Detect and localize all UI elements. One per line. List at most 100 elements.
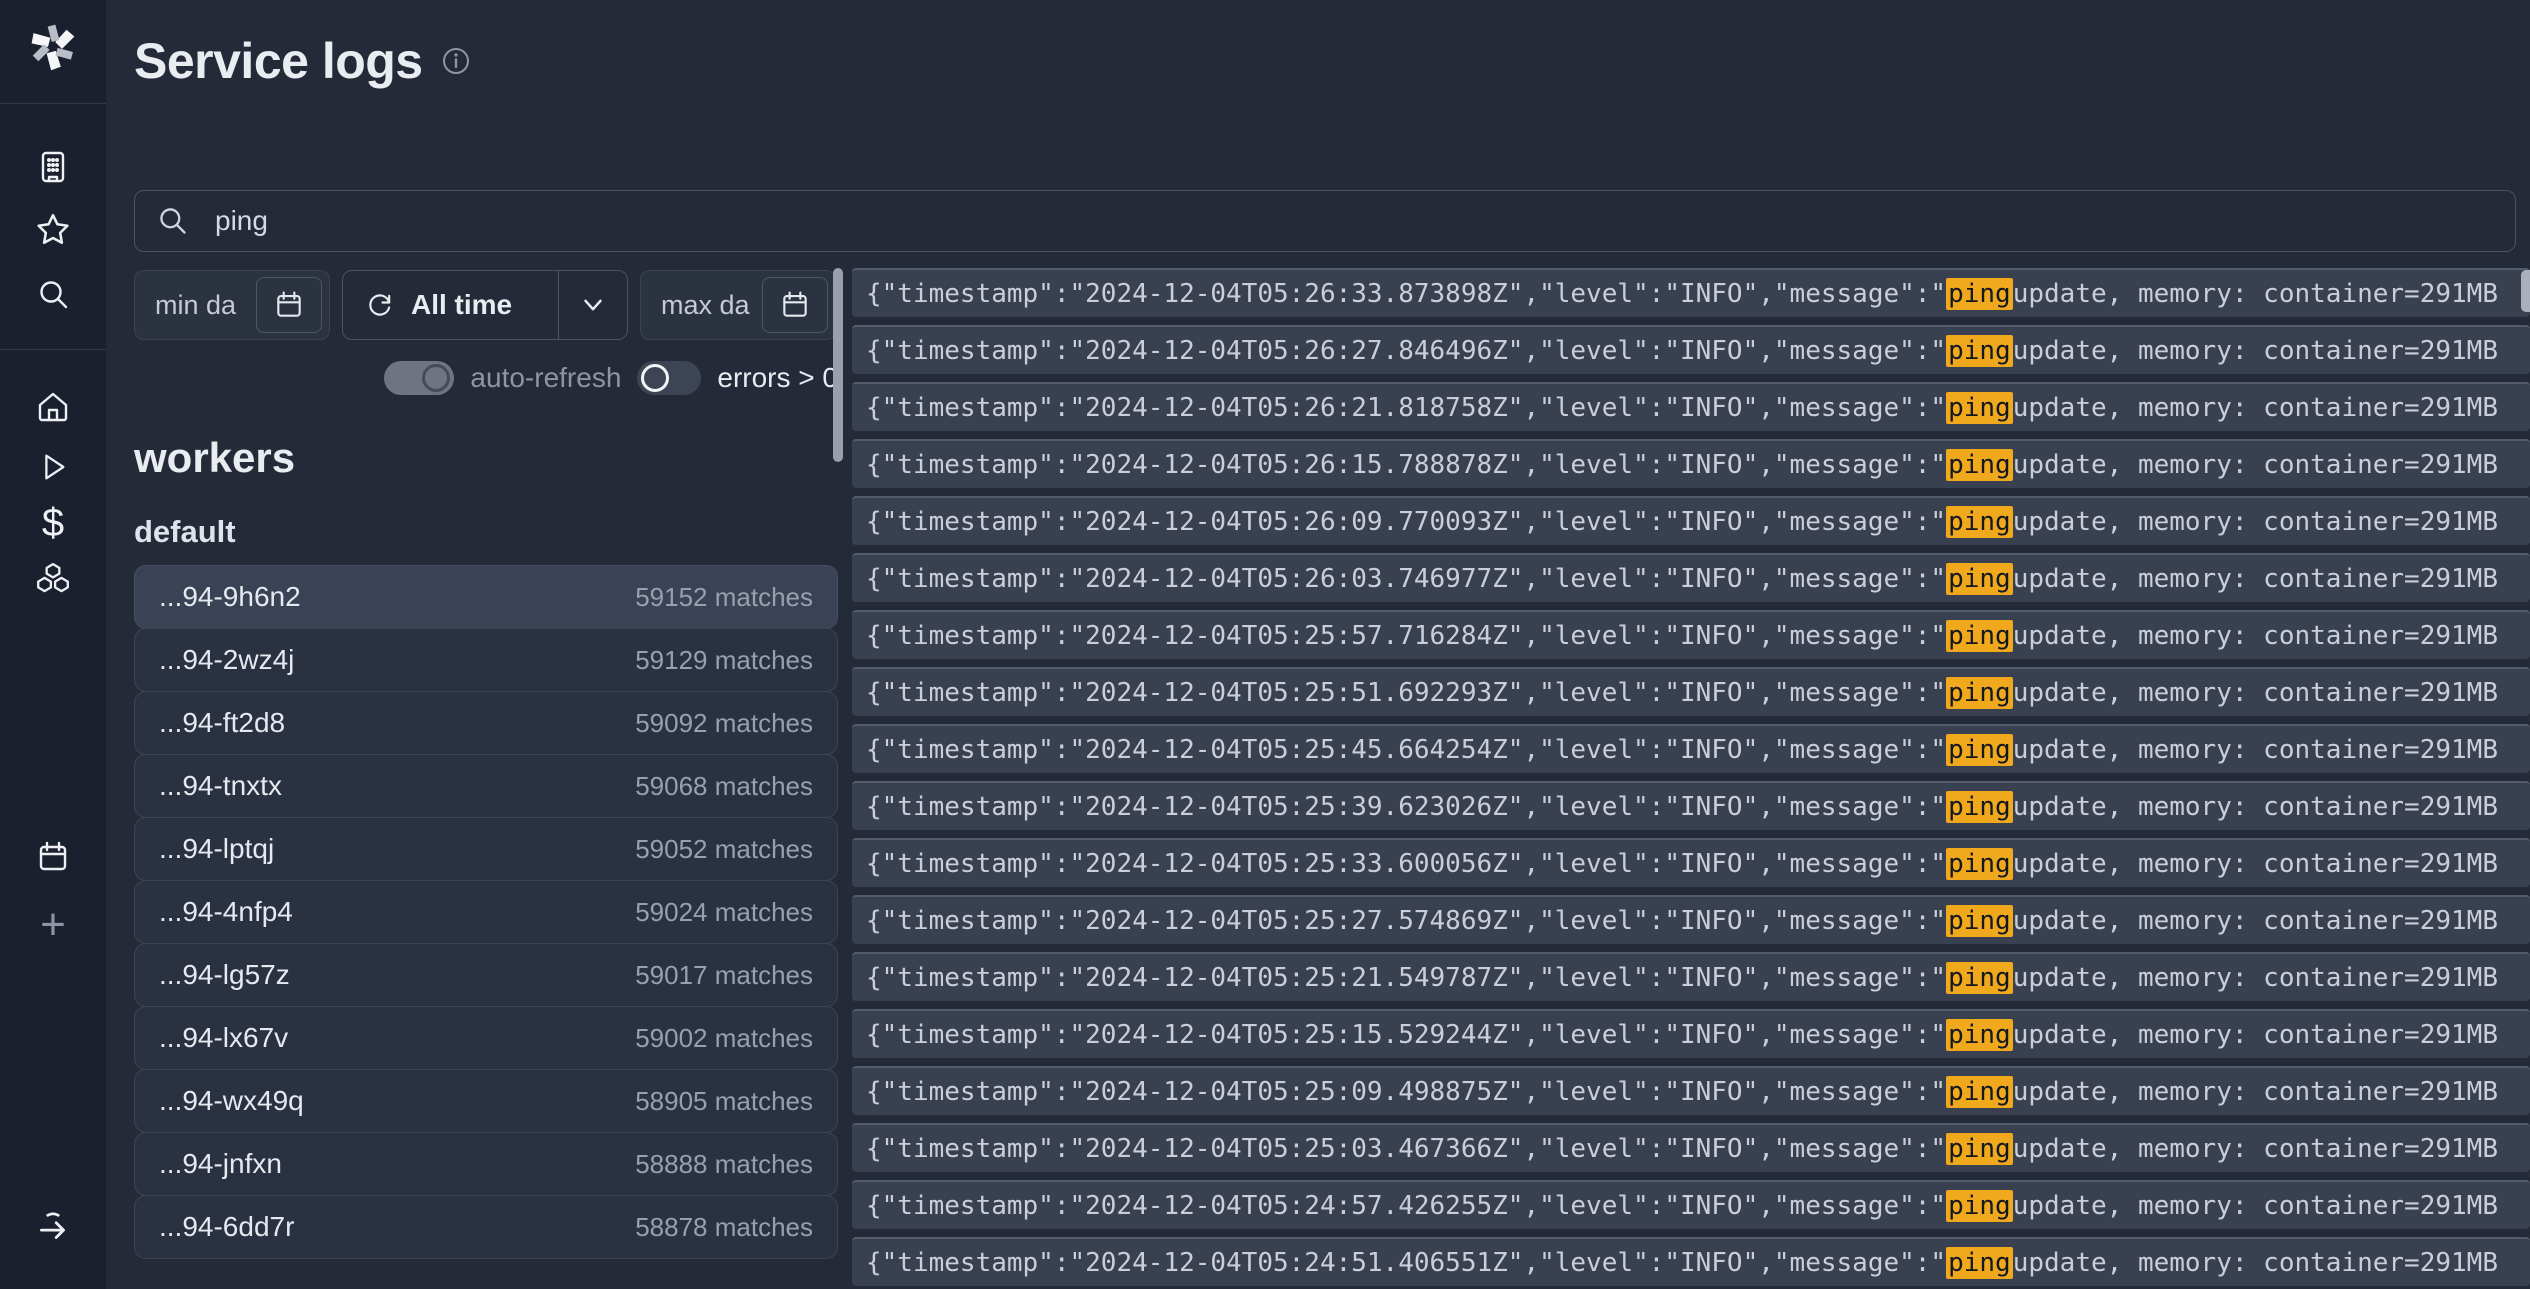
worker-row[interactable]: ...94-2wz4j 59129 matches [134,628,838,692]
log-row[interactable]: {"timestamp":"2024-12-04T05:25:51.692293… [852,667,2530,716]
log-row[interactable]: {"timestamp":"2024-12-04T05:24:57.426255… [852,1180,2530,1229]
page-header: Service logs [134,32,471,90]
log-row[interactable]: {"timestamp":"2024-12-04T05:26:21.818758… [852,382,2530,431]
worker-row[interactable]: ...94-lg57z 59017 matches [134,943,838,1007]
max-date-calendar-button[interactable] [762,277,828,333]
worker-row[interactable]: ...94-6dd7r 58878 matches [134,1195,838,1259]
worker-name: ...94-ft2d8 [159,707,285,739]
log-highlight: ping [1946,1076,2013,1108]
log-highlight: ping [1946,1190,2013,1222]
log-text: {"timestamp":"2024-12-04T05:25:27.574869… [866,906,1946,936]
log-row[interactable]: {"timestamp":"2024-12-04T05:25:45.664254… [852,724,2530,773]
auto-refresh-toggle[interactable] [384,361,454,395]
cubes-icon[interactable] [34,561,72,599]
collapse-arrow-icon[interactable] [34,1209,72,1247]
windmill-logo-icon[interactable] [26,19,80,78]
log-row[interactable]: {"timestamp":"2024-12-04T05:25:57.716284… [852,610,2530,659]
info-icon[interactable] [441,46,471,76]
log-row[interactable]: {"timestamp":"2024-12-04T05:24:51.406551… [852,1237,2530,1286]
log-text: {"timestamp":"2024-12-04T05:25:15.529244… [866,1020,1946,1050]
sidebar-divider [0,103,106,104]
logs-scrollbar-thumb[interactable] [2521,270,2530,312]
log-row[interactable]: {"timestamp":"2024-12-04T05:26:33.873898… [852,268,2530,317]
log-text: update, memory: container=291MB [2013,735,2498,765]
log-row[interactable]: {"timestamp":"2024-12-04T05:26:09.770093… [852,496,2530,545]
max-date-input[interactable] [659,289,773,322]
play-icon[interactable] [36,450,70,484]
log-highlight: ping [1946,905,2013,937]
star-icon[interactable] [34,211,72,249]
log-text: update, memory: container=291MB [2013,564,2498,594]
log-row[interactable]: {"timestamp":"2024-12-04T05:25:39.623026… [852,781,2530,830]
worker-row[interactable]: ...94-jnfxn 58888 matches [134,1132,838,1196]
log-text: {"timestamp":"2024-12-04T05:26:21.818758… [866,393,1946,423]
min-date-calendar-button[interactable] [256,277,322,333]
search-nav-icon[interactable] [35,277,71,313]
worker-list: ...94-9h6n2 59152 matches ...94-2wz4j 59… [134,565,838,1259]
errors-toggle[interactable] [637,361,701,395]
max-date-field[interactable] [640,270,836,340]
log-text: {"timestamp":"2024-12-04T05:24:51.406551… [866,1248,1946,1278]
worker-row[interactable]: ...94-tnxtx 59068 matches [134,754,838,818]
worker-row[interactable]: ...94-lptqj 59052 matches [134,817,838,881]
worker-matches: 59152 matches [635,582,813,613]
log-highlight: ping [1946,563,2013,595]
worker-matches: 59068 matches [635,771,813,802]
log-row[interactable]: {"timestamp":"2024-12-04T05:25:09.498875… [852,1066,2530,1115]
worker-row[interactable]: ...94-9h6n2 59152 matches [134,565,838,629]
toggle-row: auto-refresh errors > 0 [134,360,838,396]
worker-name: ...94-tnxtx [159,770,282,802]
search-bar [134,190,2516,252]
log-highlight: ping [1946,506,2013,538]
log-text: {"timestamp":"2024-12-04T05:26:09.770093… [866,507,1946,537]
worker-row[interactable]: ...94-4nfp4 59024 matches [134,880,838,944]
log-row[interactable]: {"timestamp":"2024-12-04T05:25:21.549787… [852,952,2530,1001]
worker-row[interactable]: ...94-lx67v 59002 matches [134,1006,838,1070]
worker-row[interactable]: ...94-wx49q 58905 matches [134,1069,838,1133]
log-row[interactable]: {"timestamp":"2024-12-04T05:25:03.467366… [852,1123,2530,1172]
log-row[interactable]: {"timestamp":"2024-12-04T05:25:15.529244… [852,1009,2530,1058]
log-row[interactable]: {"timestamp":"2024-12-04T05:25:33.600056… [852,838,2530,887]
home-icon[interactable] [35,389,71,425]
log-row[interactable]: {"timestamp":"2024-12-04T05:25:27.574869… [852,895,2530,944]
worker-matches: 58878 matches [635,1212,813,1243]
log-row[interactable]: {"timestamp":"2024-12-04T05:26:27.846496… [852,325,2530,374]
min-date-field[interactable] [134,270,330,340]
log-text: update, memory: container=291MB [2013,906,2498,936]
log-text: {"timestamp":"2024-12-04T05:25:39.623026… [866,792,1946,822]
log-text: {"timestamp":"2024-12-04T05:26:15.788878… [866,450,1946,480]
log-text: {"timestamp":"2024-12-04T05:26:27.846496… [866,336,1946,366]
log-text: update, memory: container=291MB [2013,393,2498,423]
log-text: {"timestamp":"2024-12-04T05:25:57.716284… [866,621,1946,651]
filter-row: All time [134,270,838,340]
log-text: update, memory: container=291MB [2013,1077,2498,1107]
log-text: update, memory: container=291MB [2013,678,2498,708]
worker-matches: 59092 matches [635,708,813,739]
dollar-icon[interactable]: $ [42,503,64,543]
time-range-dropdown[interactable] [559,271,627,339]
log-text: {"timestamp":"2024-12-04T05:25:33.600056… [866,849,1946,879]
time-range-main[interactable]: All time [343,271,558,339]
search-input[interactable] [213,204,2515,238]
worker-row[interactable]: ...94-ft2d8 59092 matches [134,691,838,755]
log-text: {"timestamp":"2024-12-04T05:25:51.692293… [866,678,1946,708]
log-row[interactable]: {"timestamp":"2024-12-04T05:26:03.746977… [852,553,2530,602]
worker-name: ...94-2wz4j [159,644,294,676]
workers-scrollbar-thumb[interactable] [833,268,843,462]
worker-name: ...94-wx49q [159,1085,304,1117]
building-icon[interactable] [35,149,71,185]
worker-matches: 58888 matches [635,1149,813,1180]
sidebar: $ + [0,0,106,1289]
plus-icon[interactable]: + [40,903,66,947]
worker-matches: 59129 matches [635,645,813,676]
errors-label: errors > 0 [717,362,838,394]
worker-group-label: default [134,514,838,550]
log-highlight: ping [1946,392,2013,424]
worker-name: ...94-4nfp4 [159,896,293,928]
log-highlight: ping [1946,278,2013,310]
calendar-nav-icon[interactable] [35,839,71,875]
log-highlight: ping [1946,962,2013,994]
min-date-input[interactable] [153,289,267,322]
worker-matches: 59052 matches [635,834,813,865]
log-row[interactable]: {"timestamp":"2024-12-04T05:26:15.788878… [852,439,2530,488]
